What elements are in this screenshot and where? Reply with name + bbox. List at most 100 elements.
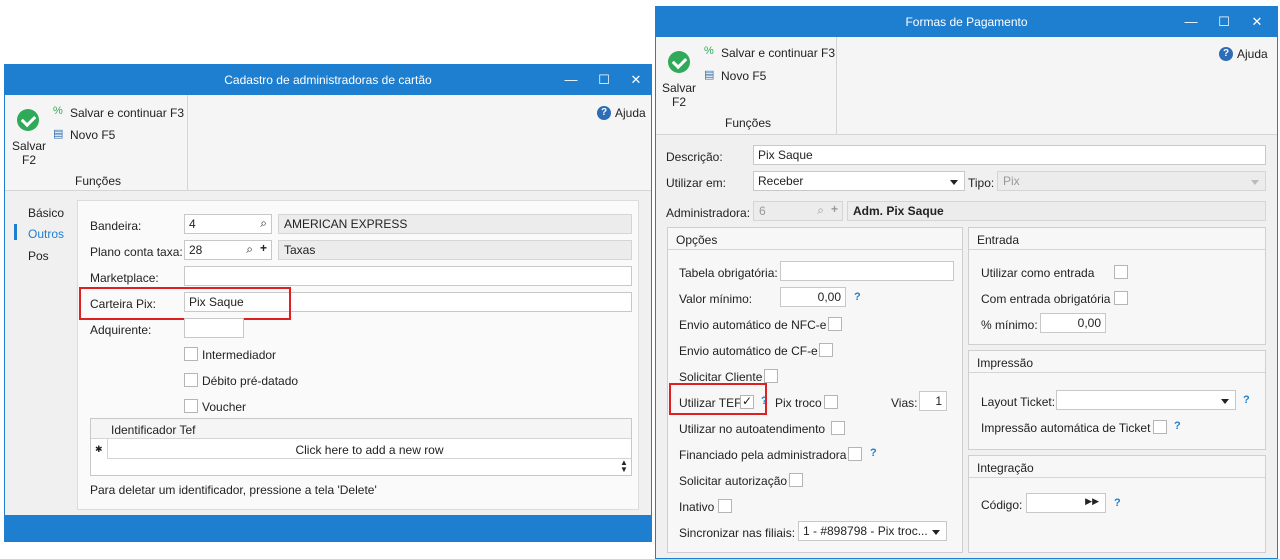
descricao-input[interactable]: Pix Saque <box>753 145 1266 165</box>
pix-troco-label: Pix troco <box>775 396 822 410</box>
solicitar-cliente-label: Solicitar Cliente <box>679 370 763 384</box>
help-icon[interactable]: ? <box>854 291 861 303</box>
nav-outros[interactable]: Outros <box>28 227 64 241</box>
save-continue-label: Salvar e continuar F3 <box>70 106 185 120</box>
ribbon-separator <box>187 95 188 190</box>
utilizar-value: Receber <box>758 174 804 188</box>
grid-header: Identificador Tef <box>91 419 631 439</box>
impressao-title: Impressão <box>969 351 1265 373</box>
search-icon[interactable]: ⌕ <box>246 242 253 257</box>
cfe-label: Envio automático de CF-e <box>679 344 818 358</box>
new-label: Novo F5 <box>70 128 116 142</box>
chevron-down-icon <box>950 180 958 185</box>
help-icon[interactable]: ? <box>870 447 877 459</box>
new-doc-icon: ▤ <box>704 69 715 81</box>
integracao-group: Integração Código: ▶▶ ? <box>968 455 1266 553</box>
help-icon[interactable]: ? <box>1174 420 1181 432</box>
pix-troco-checkbox[interactable] <box>824 395 838 409</box>
utilizar-label: Utilizar em: <box>666 176 727 190</box>
nfce-label: Envio automático de NFC-e <box>679 318 827 332</box>
chevron-down-icon <box>1251 180 1259 185</box>
ribbon: Salvar F2 % Salvar e continuar F3 ▤ Novo… <box>656 37 1277 135</box>
opcoes-title: Opções <box>668 228 962 250</box>
help-button[interactable]: ? Ajuda <box>1219 46 1271 62</box>
nav-pos[interactable]: Pos <box>28 249 49 263</box>
administradora-label: Administradora: <box>666 206 751 220</box>
new-row[interactable]: Click here to add a new row <box>107 439 631 459</box>
utilizar-entrada-checkbox[interactable] <box>1114 265 1128 279</box>
valor-min-input[interactable]: 0,00 <box>780 287 846 307</box>
help-button[interactable]: ? Ajuda <box>597 105 649 121</box>
save-label: Salvar <box>662 81 697 95</box>
vias-input[interactable]: 1 <box>919 391 947 411</box>
com-entrada-label: Com entrada obrigatória <box>981 292 1111 306</box>
voucher-label: Voucher <box>202 400 247 414</box>
search-icon[interactable]: ⌕ <box>260 216 267 231</box>
help-icon[interactable]: ? <box>1114 497 1121 509</box>
tabela-select[interactable] <box>780 261 954 281</box>
impressao-auto-checkbox[interactable] <box>1153 420 1167 434</box>
integracao-title: Integração <box>969 456 1265 478</box>
grid-column-header[interactable]: Identificador Tef <box>111 423 196 437</box>
save-continue-button[interactable]: % Salvar e continuar F3 <box>704 45 836 61</box>
minimize-button[interactable]: — <box>1180 12 1202 32</box>
inativo-checkbox[interactable] <box>718 499 732 513</box>
check-icon <box>668 51 690 73</box>
maximize-button[interactable]: ☐ <box>1213 12 1235 32</box>
minimize-button[interactable]: — <box>560 70 582 90</box>
close-button[interactable]: ✕ <box>1246 12 1268 32</box>
new-button[interactable]: ▤ Novo F5 <box>704 68 784 84</box>
cfe-checkbox[interactable] <box>819 343 833 357</box>
pct-min-label: % mínimo: <box>981 318 1038 332</box>
tef-grid: Identificador Tef ✱ Click here to add a … <box>90 418 632 476</box>
save-button[interactable]: Salvar F2 <box>660 47 696 109</box>
sincronizar-select[interactable]: 1 - #898798 - Pix troc... <box>798 521 947 541</box>
close-button[interactable]: ✕ <box>625 70 647 90</box>
administradora-code-input[interactable]: 6 ⌕ + <box>753 201 843 221</box>
autoatendimento-checkbox[interactable] <box>831 421 845 435</box>
grid-scrollbar[interactable]: ▲ ▼ <box>617 459 631 475</box>
payment-methods-window: Formas de Pagamento — ☐ ✕ Salvar F2 % Sa… <box>655 6 1278 559</box>
highlight-carteira <box>79 287 291 320</box>
search-icon[interactable]: ⌕ <box>817 203 824 218</box>
add-icon[interactable]: + <box>831 202 838 216</box>
help-icon[interactable]: ? <box>1243 394 1250 406</box>
fast-forward-icon[interactable]: ▶▶ <box>1085 496 1099 507</box>
entrada-title: Entrada <box>969 228 1265 250</box>
nav-basico[interactable]: Básico <box>28 206 64 220</box>
save-button[interactable]: Salvar F2 <box>9 105 46 167</box>
utilizar-select[interactable]: Receber <box>753 171 965 191</box>
voucher-checkbox[interactable] <box>184 399 198 413</box>
tipo-select[interactable]: Pix <box>997 171 1266 191</box>
codigo-input[interactable]: ▶▶ <box>1026 493 1106 513</box>
maximize-button[interactable]: ☐ <box>593 70 615 90</box>
functions-group-label: Funções <box>75 174 122 188</box>
plano-code-input[interactable]: 28 ⌕ + <box>184 240 272 260</box>
content-panel: Bandeira: 4 ⌕ AMERICAN EXPRESS Plano con… <box>77 200 639 510</box>
tipo-value: Pix <box>1003 174 1020 188</box>
financiado-checkbox[interactable] <box>848 447 862 461</box>
functions-group-label: Funções <box>725 116 772 130</box>
bandeira-code-input[interactable]: 4 ⌕ <box>184 214 272 234</box>
save-continue-button[interactable]: % Salvar e continuar F3 <box>53 105 185 121</box>
new-label: Novo F5 <box>721 69 767 83</box>
adquirente-input[interactable] <box>184 318 244 338</box>
layout-select[interactable] <box>1056 390 1236 410</box>
add-icon[interactable]: + <box>260 241 267 255</box>
solicitar-aut-checkbox[interactable] <box>789 473 803 487</box>
com-entrada-checkbox[interactable] <box>1114 291 1128 305</box>
pct-min-input[interactable]: 0,00 <box>1040 313 1106 333</box>
nfce-checkbox[interactable] <box>828 317 842 331</box>
autoatendimento-label: Utilizar no autoatendimento <box>679 422 826 436</box>
impressao-auto-label: Impressão automática de Ticket <box>981 421 1151 435</box>
help-label: Ajuda <box>1237 47 1268 61</box>
new-button[interactable]: ▤ Novo F5 <box>53 127 133 143</box>
marketplace-input[interactable] <box>184 266 632 286</box>
debito-checkbox[interactable] <box>184 373 198 387</box>
solicitar-cliente-checkbox[interactable] <box>764 369 778 383</box>
check-icon <box>17 109 39 131</box>
help-icon: ? <box>1219 47 1233 61</box>
administradora-code: 6 <box>759 204 766 218</box>
side-nav: Básico Outros Pos <box>5 192 75 512</box>
intermediador-checkbox[interactable] <box>184 347 198 361</box>
